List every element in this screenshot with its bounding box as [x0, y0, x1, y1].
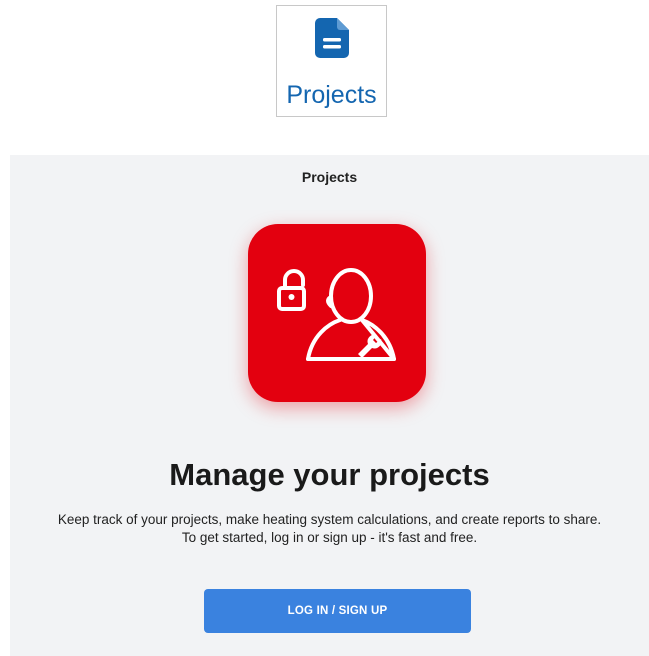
panel-title: Projects: [301, 169, 358, 185]
tab-label: Projects: [286, 81, 377, 109]
user-lock-wrench-icon: [277, 268, 396, 361]
projects-panel: Projects Manage your projects Keep track…: [10, 155, 649, 656]
projects-tab[interactable]: Projects: [276, 5, 387, 117]
description-line-2: To get started, log in or sign up - it's…: [181, 530, 478, 545]
hero-tile: [248, 224, 426, 402]
description: Keep track of your projects, make heatin…: [20, 511, 639, 547]
description-line-1: Keep track of your projects, make heatin…: [57, 512, 602, 527]
document-icon: [315, 18, 349, 58]
main-heading: Manage your projects: [169, 457, 490, 492]
login-signup-button[interactable]: LOG IN / SIGN UP: [204, 589, 471, 633]
